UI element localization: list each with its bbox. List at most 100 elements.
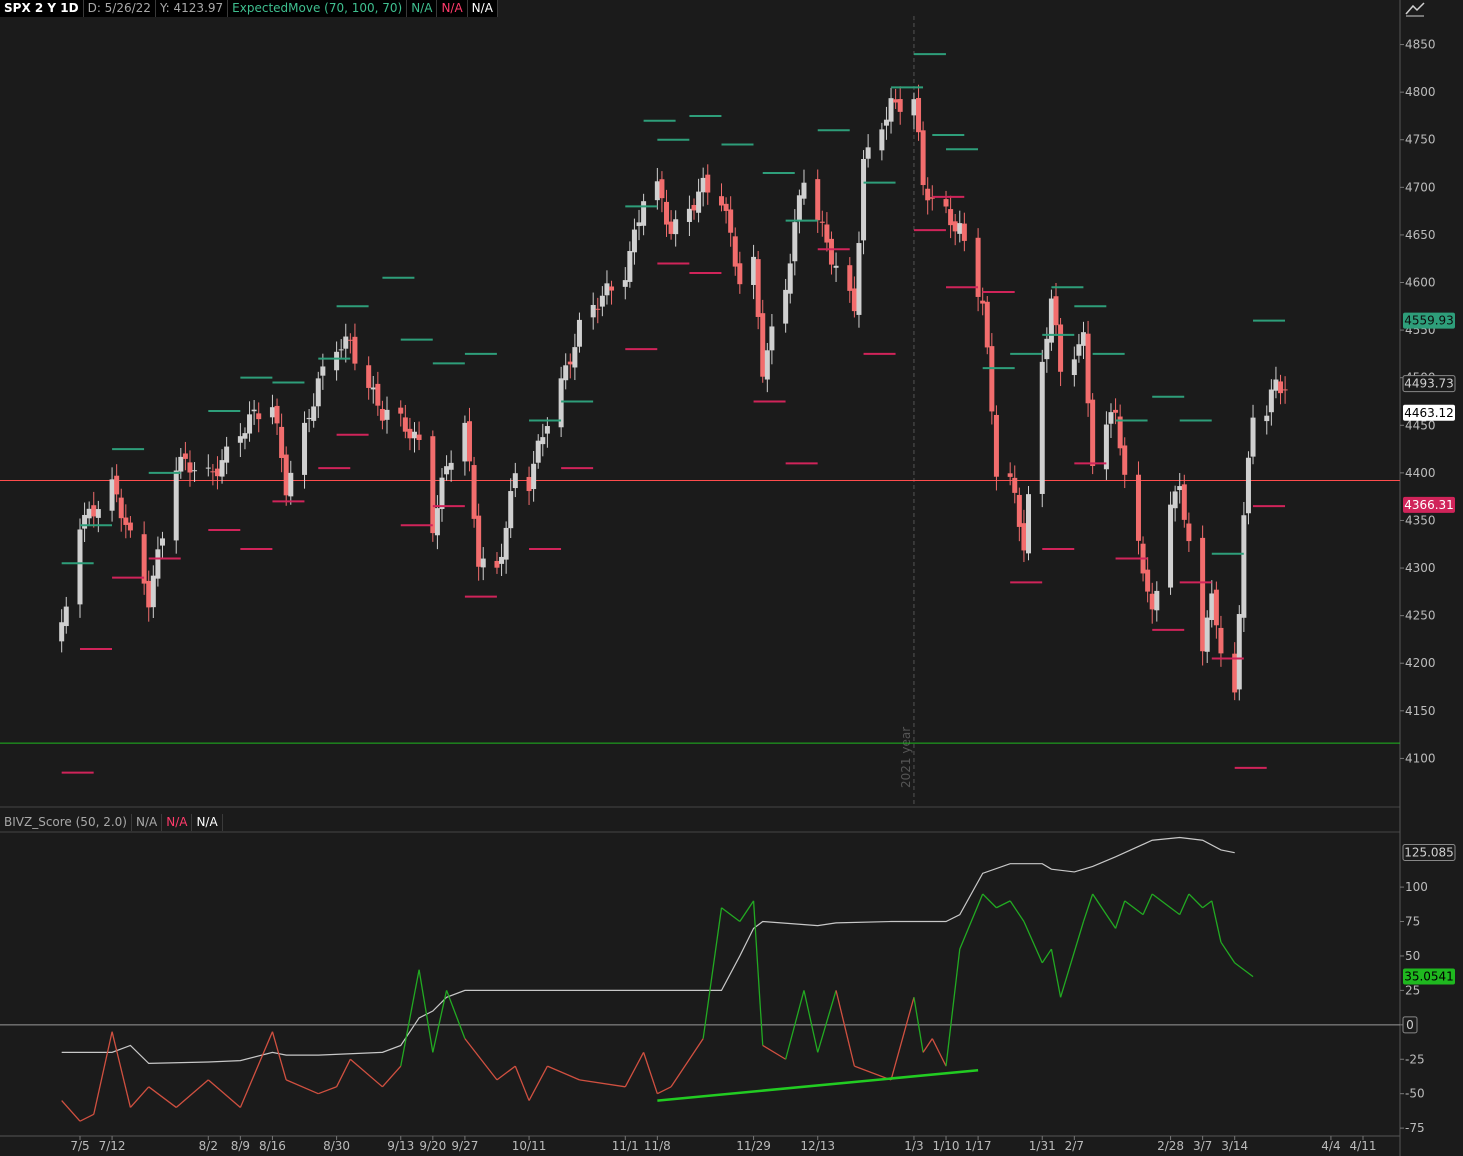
bivz-score-segment (762, 1044, 786, 1060)
candle-body (114, 475, 120, 495)
candle-body (1122, 445, 1128, 475)
candle-body (398, 407, 404, 414)
candle-body (787, 263, 793, 294)
candle-body (673, 219, 679, 235)
bivz-score-segment (945, 948, 961, 1067)
candle-body (993, 414, 999, 477)
x-tick-label: 11/1 (612, 1139, 639, 1153)
candle-body (755, 259, 761, 317)
candle-body (989, 346, 995, 412)
candle-body (1090, 399, 1096, 466)
candle-body (732, 236, 738, 267)
candle-body (1209, 593, 1215, 621)
y-tick-label: 25 (1405, 983, 1420, 997)
candle-body (379, 408, 385, 421)
bivz-score-segment (432, 990, 448, 1053)
candle-body (1113, 409, 1119, 413)
candle-body (1250, 417, 1256, 457)
y-tick-label: 4800 (1405, 85, 1436, 99)
candle-body (686, 208, 692, 222)
candle-body (897, 99, 903, 112)
bivz-score-segment (1220, 941, 1236, 964)
study-value-3: N/A (468, 0, 498, 17)
candle-body (980, 300, 986, 304)
bivz-score-segment (318, 1086, 337, 1095)
candle-body (224, 446, 230, 463)
candle-body (402, 417, 408, 432)
y-tick-label: 4150 (1405, 704, 1436, 718)
candle-body (1204, 617, 1210, 652)
candle-body (567, 361, 573, 365)
price-label-text: 4366.31 (1404, 498, 1454, 512)
cursor-date: D: 5/26/22 (84, 0, 156, 17)
candle-body (961, 223, 967, 241)
candle-body (1168, 504, 1174, 588)
x-tick-label: 2/7 (1065, 1139, 1084, 1153)
candle-body (1186, 523, 1192, 542)
candle-body (1154, 590, 1160, 611)
bivz-score-segment (1188, 893, 1204, 909)
drawing-tool-icon[interactable] (1403, 0, 1427, 18)
candle-body (269, 407, 275, 418)
candle-body (1053, 296, 1059, 326)
bivz-score-segment (1050, 948, 1062, 998)
bivz-score-segment (381, 1065, 402, 1088)
candle-body (952, 221, 958, 232)
x-tick-label: 1/10 (933, 1139, 960, 1153)
candle-body (590, 304, 596, 318)
candle-body (247, 414, 253, 434)
candle-body (1048, 298, 1054, 343)
bivz-score-segment (817, 990, 837, 1053)
bivz-score-segment (1041, 948, 1052, 964)
candle-body (631, 229, 637, 253)
candle-body (1181, 484, 1187, 520)
candle-body (173, 470, 179, 541)
candle-body (719, 196, 724, 206)
candle-body (384, 409, 390, 420)
candle-body (535, 440, 541, 463)
bivz-score-segment (721, 907, 741, 923)
candle-body (1268, 389, 1274, 413)
x-tick-label: 9/27 (451, 1139, 478, 1153)
candle-body (563, 365, 569, 381)
candle-body (430, 436, 436, 534)
candle-body (182, 453, 188, 459)
candle-body (476, 515, 482, 567)
bivz-score-segment (1023, 921, 1043, 964)
bivz-score-segment (890, 997, 915, 1081)
bivz-score-segment (418, 969, 434, 1053)
y-tick-label: 4850 (1405, 38, 1436, 52)
candle-body (1172, 491, 1178, 509)
x-tick-label: 12/13 (800, 1139, 835, 1153)
candle-body (82, 514, 88, 529)
candle-body (288, 472, 294, 497)
price-label-text: 4493.73 (1404, 377, 1454, 391)
y-tick-label: -25 (1405, 1052, 1425, 1066)
candle-body (984, 301, 990, 348)
symbol-label[interactable]: SPX 2 Y 1D (0, 0, 84, 17)
expected-move-study-label[interactable]: ExpectedMove (70, 100, 70) (228, 0, 408, 17)
candle-body (302, 422, 308, 475)
bivz-score-segment (1151, 893, 1181, 916)
bivz-score-segment (445, 990, 466, 1039)
bivz-score-segment (271, 1031, 287, 1081)
bivz-score-segment (996, 900, 1011, 909)
y-tick-label: -50 (1405, 1087, 1425, 1101)
candle-body (764, 350, 770, 380)
candle-body (792, 222, 798, 262)
bivz-score-segment (931, 1038, 947, 1067)
bivz-score-segment (336, 1058, 351, 1088)
bivz-score-segment (496, 1065, 516, 1081)
candle-body (737, 263, 743, 285)
candle-body (801, 182, 807, 199)
candle-body (118, 497, 124, 519)
candle-body (957, 223, 963, 234)
bivz-score-segment (1124, 900, 1144, 916)
bivz-study-label[interactable]: BIVZ_Score (50, 2.0) (0, 814, 132, 831)
candle-body (416, 434, 422, 440)
bivz-score-segment (79, 1113, 95, 1122)
bivz-score-segment (207, 1079, 241, 1108)
candle-body (279, 426, 285, 458)
candle-body (879, 129, 885, 151)
x-tick-label: 7/12 (99, 1139, 126, 1153)
